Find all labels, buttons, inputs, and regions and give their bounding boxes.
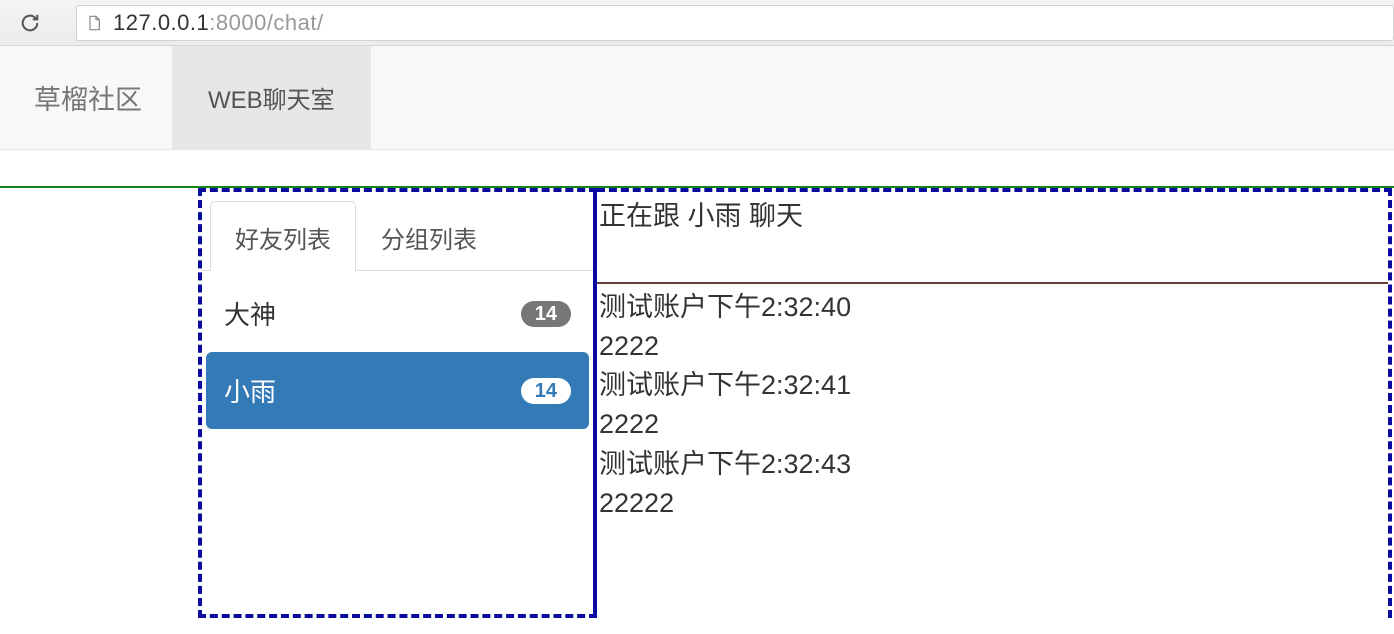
chat-message: 测试账户下午2:32:41 2222 — [599, 366, 1386, 444]
top-nav: 草榴社区 WEB聊天室 — [0, 46, 1394, 150]
chat-messages: 测试账户下午2:32:40 2222 测试账户下午2:32:41 2222 测试… — [597, 284, 1388, 527]
friend-badge: 14 — [521, 378, 571, 404]
friend-name: 大神 — [224, 295, 276, 332]
chat-header: 正在跟 小雨 聊天 — [597, 192, 1388, 284]
friends-list: 大神 14 小雨 14 — [202, 275, 593, 429]
message-text: 22222 — [599, 484, 1386, 523]
brand-link[interactable]: 草榴社区 — [0, 46, 172, 149]
message-meta: 测试账户下午2:32:43 — [599, 445, 1386, 484]
url-path: /chat/ — [267, 10, 324, 35]
message-meta: 测试账户下午2:32:40 — [599, 288, 1386, 327]
url-text: 127.0.0.1:8000/chat/ — [113, 10, 324, 36]
chat-message: 测试账户下午2:32:43 22222 — [599, 445, 1386, 523]
friend-item[interactable]: 小雨 14 — [206, 352, 589, 429]
nav-item-chatroom[interactable]: WEB聊天室 — [172, 46, 371, 149]
page-icon — [85, 14, 103, 32]
url-host: 127.0.0.1 — [113, 10, 209, 35]
url-port: :8000 — [209, 10, 267, 35]
message-text: 2222 — [599, 405, 1386, 444]
friend-name: 小雨 — [224, 372, 276, 409]
main-container: 好友列表 分组列表 大神 14 小雨 14 正在跟 小雨 聊天 测试账户下午2:… — [0, 186, 1394, 618]
tab-friends[interactable]: 好友列表 — [210, 201, 356, 271]
message-meta: 测试账户下午2:32:41 — [599, 366, 1386, 405]
message-text: 2222 — [599, 327, 1386, 366]
tab-groups[interactable]: 分组列表 — [356, 201, 502, 271]
chat-pane: 正在跟 小雨 聊天 测试账户下午2:32:40 2222 测试账户下午2:32:… — [597, 188, 1392, 618]
browser-toolbar: 127.0.0.1:8000/chat/ — [0, 0, 1394, 46]
chat-layout: 好友列表 分组列表 大神 14 小雨 14 正在跟 小雨 聊天 测试账户下午2:… — [198, 188, 1392, 618]
sidebar-tabs: 好友列表 分组列表 — [202, 192, 593, 271]
address-bar[interactable]: 127.0.0.1:8000/chat/ — [76, 5, 1394, 41]
sidebar: 好友列表 分组列表 大神 14 小雨 14 — [198, 188, 597, 618]
chat-message: 测试账户下午2:32:40 2222 — [599, 288, 1386, 366]
reload-icon[interactable] — [14, 7, 46, 39]
friend-item[interactable]: 大神 14 — [202, 275, 593, 352]
friend-badge: 14 — [521, 301, 571, 327]
